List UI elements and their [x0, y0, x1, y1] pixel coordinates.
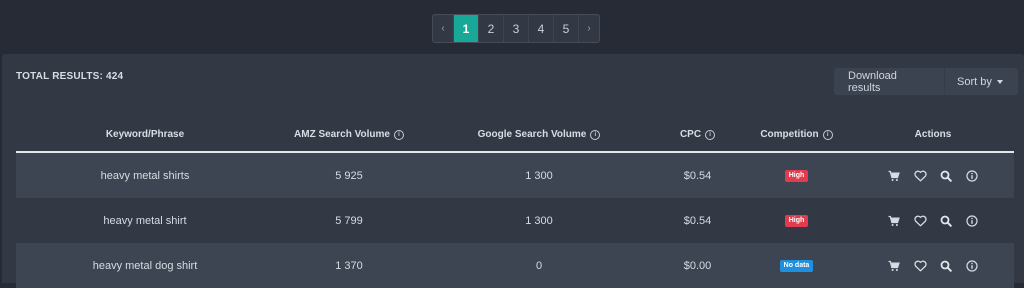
info-icon[interactable]: i	[822, 129, 833, 140]
actions-cell	[852, 259, 1014, 272]
keyword-cell: heavy metal dog shirt	[92, 259, 198, 272]
column-keyword[interactable]: Keyword/Phrase	[16, 129, 274, 140]
column-google-volume-label: Google Search Volume	[477, 129, 587, 140]
actions-cell	[852, 169, 1014, 182]
toolbar: Download results Sort by	[834, 68, 1018, 95]
actions-cell	[852, 214, 1014, 227]
cpc-cell: $0.00	[683, 259, 712, 272]
competition-cell: No data	[741, 259, 852, 272]
column-google-volume[interactable]: Google Search Volume i	[424, 129, 654, 140]
column-amz-volume-label: AMZ Search Volume	[294, 129, 390, 140]
info-icon[interactable]	[966, 259, 979, 272]
column-actions: Actions	[852, 129, 1014, 140]
column-keyword-label: Keyword/Phrase	[105, 129, 185, 140]
column-competition-label: Competition	[760, 129, 819, 140]
page-2-button[interactable]: 2	[479, 15, 504, 42]
search-icon[interactable]	[940, 259, 953, 272]
amz-volume-cell: 5 799	[335, 214, 363, 227]
cpc-cell: $0.54	[683, 214, 712, 227]
competition-badge: No data	[779, 259, 814, 272]
info-icon[interactable]: i	[705, 129, 716, 140]
table-row: heavy metal shirts 5 925 1 300 $0.54 Hig…	[16, 153, 1014, 198]
column-cpc[interactable]: CPC i	[654, 129, 741, 140]
chevron-down-icon	[996, 79, 1003, 84]
google-volume-cell: 0	[535, 259, 543, 272]
competition-cell: High	[741, 214, 852, 227]
page-5-button[interactable]: 5	[554, 15, 579, 42]
heart-icon[interactable]	[913, 214, 927, 227]
pagination: ‹ 1 2 3 4 5 ›	[432, 14, 600, 43]
table-header: Keyword/Phrase AMZ Search Volume i Googl…	[16, 118, 1014, 153]
heart-icon[interactable]	[913, 169, 927, 182]
prev-page-button[interactable]: ‹	[433, 15, 454, 42]
info-icon[interactable]: i	[393, 129, 404, 140]
column-competition[interactable]: Competition i	[741, 129, 852, 140]
keyword-cell: heavy metal shirts	[100, 169, 190, 182]
cart-icon[interactable]	[888, 259, 901, 272]
cart-icon[interactable]	[888, 169, 901, 182]
column-cpc-label: CPC	[679, 129, 702, 140]
page-3-button[interactable]: 3	[504, 15, 529, 42]
competition-badge: High	[784, 169, 809, 182]
competition-cell: High	[741, 169, 852, 182]
page-4-button[interactable]: 4	[529, 15, 554, 42]
sort-by-label: Sort by	[957, 75, 992, 88]
search-icon[interactable]	[940, 169, 953, 182]
cart-icon[interactable]	[888, 214, 901, 227]
google-volume-cell: 1 300	[525, 169, 553, 182]
keyword-cell: heavy metal shirt	[103, 214, 187, 227]
sort-by-dropdown[interactable]: Sort by	[944, 68, 1018, 95]
competition-badge: High	[784, 214, 809, 227]
amz-volume-cell: 1 370	[335, 259, 363, 272]
info-icon[interactable]	[966, 169, 979, 182]
info-icon[interactable]	[966, 214, 979, 227]
cpc-cell: $0.54	[683, 169, 712, 182]
column-actions-label: Actions	[914, 129, 952, 140]
total-results: TOTAL RESULTS: 424	[16, 71, 124, 82]
results-panel: TOTAL RESULTS: 424 Download results Sort…	[2, 54, 1024, 288]
search-icon[interactable]	[940, 214, 953, 227]
table-row: heavy metal shirt 5 799 1 300 $0.54 High	[16, 198, 1014, 243]
table-row: heavy metal dog shirt 1 370 0 $0.00 No d…	[16, 243, 1014, 288]
download-results-button[interactable]: Download results	[834, 68, 944, 95]
info-icon[interactable]: i	[590, 129, 601, 140]
column-amz-volume[interactable]: AMZ Search Volume i	[274, 129, 424, 140]
heart-icon[interactable]	[913, 259, 927, 272]
next-page-button[interactable]: ›	[579, 15, 599, 42]
google-volume-cell: 1 300	[525, 214, 553, 227]
amz-volume-cell: 5 925	[335, 169, 363, 182]
page-1-button[interactable]: 1	[454, 15, 479, 42]
